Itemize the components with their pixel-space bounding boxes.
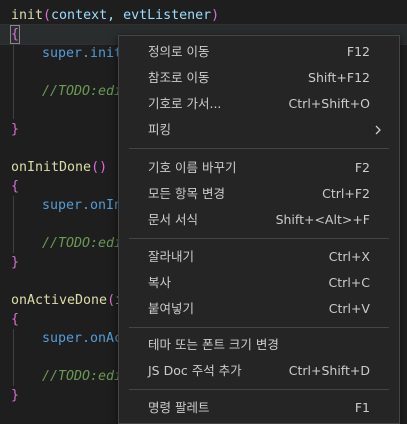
context-menu: 정의로 이동 F12 참조로 이동 Shift+F12 기호로 가서... Ct… — [118, 35, 400, 424]
function-args: context, evtListener — [51, 8, 212, 23]
menu-item-shortcut: Ctrl+F2 — [322, 186, 370, 201]
code-line[interactable]: } — [11, 386, 19, 405]
menu-item-shortcut: Shift+<Alt>+F — [275, 212, 370, 227]
menu-item-shortcut: Ctrl+C — [328, 275, 370, 290]
paren: ( — [107, 293, 116, 308]
code-line[interactable]: //TODO:edi — [42, 234, 122, 253]
function-name: onInitDone — [11, 160, 92, 175]
brace: } — [11, 255, 20, 270]
menu-item-rename-symbol[interactable]: 기호 이름 바꾸기 F2 — [119, 155, 399, 181]
menu-item-label: 정의로 이동 — [148, 44, 210, 59]
menu-item-label: 잘라내기 — [148, 249, 195, 264]
menu-separator — [129, 238, 389, 239]
menu-item-label: JS Doc 주석 추가 — [148, 363, 242, 378]
menu-separator — [129, 148, 389, 149]
code-line[interactable]: onActiveDone(i — [11, 291, 123, 310]
code-line[interactable]: //TODO:edi — [42, 367, 122, 386]
code-comment: //TODO:edi — [42, 236, 123, 251]
code-text: super.onIn — [42, 198, 123, 213]
indent-guide — [13, 329, 14, 386]
menu-item-cut[interactable]: 잘라내기 Ctrl+X — [119, 244, 399, 270]
menu-separator — [129, 389, 389, 390]
indent-guide — [13, 43, 14, 119]
chevron-right-icon — [374, 117, 382, 152]
menu-item-peek[interactable]: 피킹 — [119, 117, 399, 143]
menu-item-shortcut: F12 — [346, 44, 370, 59]
code-line[interactable]: super.init — [42, 44, 122, 63]
menu-item-format-document[interactable]: 문서 서식 Shift+<Alt>+F — [119, 207, 399, 233]
code-line[interactable]: //TODO:edi — [42, 82, 122, 101]
paren: ) — [211, 8, 220, 23]
menu-item-paste[interactable]: 붙여넣기 Ctrl+V — [119, 296, 399, 322]
menu-item-label: 테마 또는 폰트 크기 변경 — [148, 337, 279, 352]
code-line[interactable]: super.onIn — [42, 196, 122, 215]
code-line[interactable]: } — [11, 253, 19, 272]
code-text: super.init — [42, 46, 123, 61]
brace: { — [11, 312, 20, 327]
menu-item-shortcut: F2 — [354, 160, 370, 175]
paren: ( — [43, 8, 52, 23]
code-line[interactable]: } — [11, 120, 19, 139]
menu-item-shortcut: Shift+F12 — [308, 70, 370, 85]
menu-item-label: 붙여넣기 — [148, 301, 195, 316]
menu-item-shortcut: Ctrl+V — [328, 301, 370, 316]
menu-item-shortcut: Ctrl+X — [328, 249, 370, 264]
brace: } — [11, 388, 20, 403]
menu-item-label: 참조로 이동 — [148, 70, 210, 85]
code-comment: //TODO:edi — [42, 84, 123, 99]
menu-item-add-jsdoc-comment[interactable]: JS Doc 주석 추가 Ctrl+Shift+D — [119, 358, 399, 384]
menu-item-copy[interactable]: 복사 Ctrl+C — [119, 270, 399, 296]
bracket-match-box — [10, 25, 20, 44]
paren: () — [91, 160, 108, 175]
menu-item-label: 기호로 가서... — [148, 96, 222, 111]
code-line[interactable]: init(context, evtListener) — [11, 6, 219, 25]
menu-item-label: 모든 항목 변경 — [148, 186, 225, 201]
menu-separator — [129, 327, 389, 328]
menu-item-go-to-definition[interactable]: 정의로 이동 F12 — [119, 39, 399, 65]
function-name: init — [11, 8, 44, 23]
menu-item-shortcut: Ctrl+Shift+O — [288, 96, 370, 111]
code-line[interactable]: super.onAc — [42, 329, 122, 348]
code-text: super.onAc — [42, 331, 123, 346]
brace: } — [11, 122, 20, 137]
indent-guide — [13, 196, 14, 253]
function-name: onActiveDone — [11, 293, 108, 308]
menu-item-change-all-occurrences[interactable]: 모든 항목 변경 Ctrl+F2 — [119, 181, 399, 207]
menu-item-go-to-symbol[interactable]: 기호로 가서... Ctrl+Shift+O — [119, 91, 399, 117]
code-line[interactable]: onInitDone() — [11, 158, 107, 177]
code-line[interactable]: { — [11, 177, 19, 196]
menu-item-command-palette[interactable]: 명령 팔레트 F1 — [119, 395, 399, 421]
menu-item-label: 명령 팔레트 — [148, 400, 210, 415]
menu-item-go-to-references[interactable]: 참조로 이동 Shift+F12 — [119, 65, 399, 91]
menu-item-label: 문서 서식 — [148, 212, 198, 227]
menu-item-shortcut: Ctrl+Shift+D — [288, 363, 370, 378]
brace: { — [11, 179, 20, 194]
menu-item-label: 기호 이름 바꾸기 — [148, 160, 237, 175]
menu-item-change-theme-font-size[interactable]: 테마 또는 폰트 크기 변경 — [119, 332, 399, 358]
code-comment: //TODO:edi — [42, 369, 123, 384]
menu-item-shortcut: F1 — [354, 400, 370, 415]
menu-item-label: 복사 — [148, 275, 172, 290]
menu-item-label: 피킹 — [148, 122, 172, 137]
code-line[interactable]: { — [11, 310, 19, 329]
